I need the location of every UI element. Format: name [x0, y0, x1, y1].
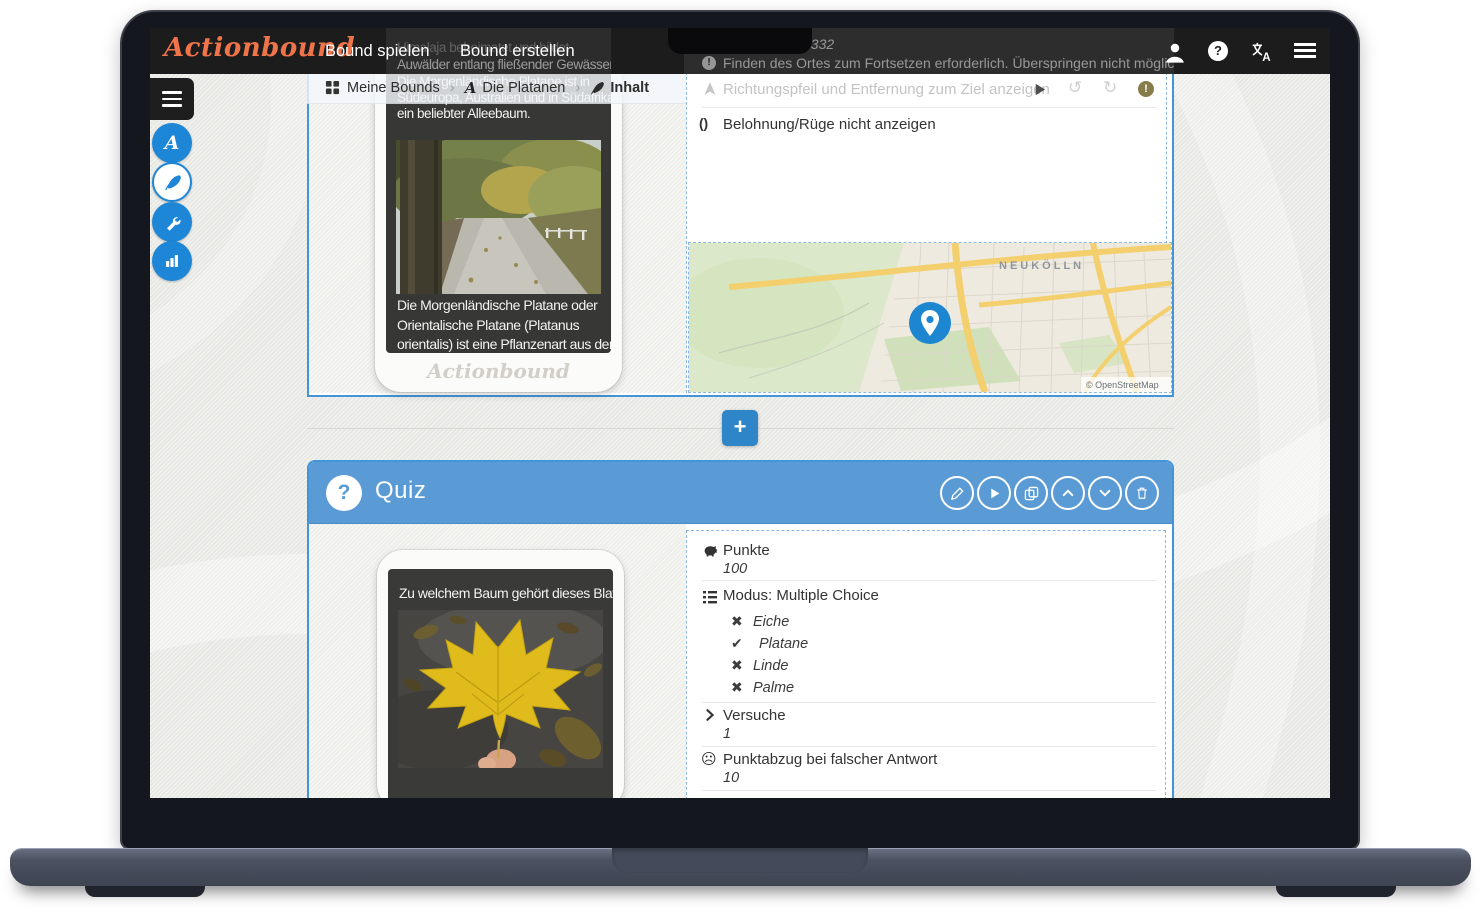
phone-preview-quiz: Zu welchem Baum gehört dieses Blatt? [377, 550, 624, 798]
edit-button[interactable] [940, 476, 974, 510]
play-icon [988, 487, 1001, 500]
pencil-icon [950, 486, 965, 501]
warning-icon[interactable]: ! [1138, 81, 1154, 97]
camera-notch [668, 28, 812, 54]
undo-icon[interactable]: ↺ [1068, 78, 1082, 98]
breadcrumb: Meine Bounds › A Die Platanen › Inhalt [307, 72, 686, 104]
laptop-foot [1276, 886, 1396, 897]
option-direction-label: Richtungspfeil und Entfernung zum Ziel a… [723, 81, 1050, 98]
phone-text-line: orientalis) ist eine Pflanzenart aus der [397, 336, 611, 352]
trash-icon [1135, 486, 1149, 500]
breadcrumb-item-bound[interactable]: Die Platanen [482, 80, 565, 96]
piggy-bank-icon [702, 543, 719, 560]
chevron-separator-icon: › [450, 79, 455, 96]
help-icon[interactable]: ? [1208, 41, 1228, 61]
copy-icon [1024, 486, 1039, 501]
answer-option: Platane [759, 636, 808, 652]
penalty-label: Punktabzug bei falscher Antwort [723, 751, 937, 768]
user-icon[interactable] [1164, 42, 1186, 64]
penalty-value: 10 [723, 770, 739, 786]
answer-option: Palme [753, 680, 794, 696]
option-row-direction[interactable]: Richtungspfeil und Entfernung zum Ziel a… [686, 72, 1172, 107]
play-icon[interactable] [1032, 82, 1047, 97]
frown-icon: ☹ [701, 750, 717, 768]
stage-settings-panel: Richtungspfeil und Entfernung zum Ziel a… [686, 72, 1172, 393]
quiz-row-mode[interactable]: Modus: Multiple Choice ✖ Eiche ✔ Platane… [686, 581, 1166, 702]
wrong-mark-icon: ✖ [731, 658, 743, 674]
app-screen: Richtungspfeil und Entfernung zum Ziel a… [150, 28, 1330, 798]
leaf-photo [398, 610, 603, 768]
sidebar-settings-button[interactable] [152, 202, 192, 242]
mode-label: Modus: Multiple Choice [723, 587, 879, 604]
redo-icon[interactable]: ↻ [1103, 78, 1117, 98]
quiz-element-card: ? Quiz Zu welchem Baum gehört dieses Bla… [307, 460, 1174, 798]
quiz-settings-panel: Punkte 100 Modus: Multiple Choice ✖ Eich… [686, 524, 1172, 798]
points-label: Punkte [723, 542, 770, 559]
sidebar-content-button[interactable] [152, 162, 192, 202]
answer-option: Eiche [753, 614, 789, 630]
chevron-up-icon [1061, 486, 1075, 500]
wrong-mark-icon: ✖ [731, 614, 743, 630]
phone-screen: Zu welchem Baum gehört dieses Blatt? [388, 569, 613, 798]
quiz-header: ? Quiz [309, 462, 1172, 524]
bound-a-icon: A [465, 79, 477, 97]
map-attribution: © OpenStreetMap [1086, 380, 1159, 390]
feather-icon [164, 174, 181, 191]
bound-a-icon: A [165, 132, 180, 154]
option-reward-label: Belohnung/Rüge nicht anzeigen [723, 116, 936, 133]
quiz-title: Quiz [375, 477, 426, 505]
duplicate-button[interactable] [1014, 476, 1048, 510]
option-row-reward[interactable]: ( ) Belohnung/Rüge nicht anzeigen [686, 108, 1172, 140]
tree-path-photo [396, 140, 601, 294]
breadcrumb-item-bounds[interactable]: Meine Bounds [347, 80, 440, 96]
divider [702, 790, 1156, 791]
wrong-mark-icon: ✖ [731, 680, 743, 696]
quiz-question-text: Zu welchem Baum gehört dieses Blatt? [399, 585, 613, 601]
chevron-down-icon [1098, 486, 1112, 500]
add-element-button[interactable]: + [722, 410, 758, 446]
map-district-label: NEUKÖLLN [999, 259, 1084, 272]
sidebar-stats-button[interactable] [152, 241, 192, 281]
quiz-row-points[interactable]: Punkte 100 [686, 538, 1166, 580]
nav-bound-erstellen[interactable]: Bound erstellen [460, 28, 575, 74]
bar-chart-icon [164, 253, 180, 269]
translate-icon[interactable]: A [1250, 41, 1272, 63]
phone-text-line: ein beliebter Alleebaum. [397, 106, 530, 121]
breadcrumb-item-content[interactable]: Inhalt [610, 80, 649, 96]
feather-icon [590, 81, 604, 95]
chevron-right-icon [703, 708, 717, 722]
phone-text-line: Orientalische Platane (Platanus [397, 317, 579, 333]
laptop-foot [85, 886, 205, 897]
location-arrow-icon [702, 81, 718, 97]
svg-text:A: A [1262, 51, 1271, 63]
preview-button[interactable] [977, 476, 1011, 510]
quiz-row-penalty[interactable]: ☹ Punktabzug bei falscher Antwort 10 [686, 747, 1166, 790]
grid-icon [325, 80, 340, 95]
quiz-type-icon: ? [326, 475, 362, 511]
laptop-base-notch [612, 848, 868, 873]
parentheses-icon: ( ) [699, 115, 706, 131]
sidebar-toggle-button[interactable] [150, 78, 194, 120]
tries-value: 1 [723, 726, 731, 742]
tries-label: Versuche [723, 707, 786, 724]
quiz-row-tries[interactable]: Versuche 1 [686, 703, 1166, 746]
actionbound-watermark: Actionbound [375, 359, 622, 383]
answer-option: Linde [753, 658, 788, 674]
sidebar-bound-button[interactable]: A [152, 123, 192, 163]
phone-text-line: Die Morgenländische Platane oder [397, 297, 597, 313]
correct-mark-icon: ✔ [731, 636, 743, 652]
points-value: 100 [723, 561, 747, 577]
wrench-icon [164, 214, 181, 231]
map-image: NEUKÖLLN © OpenStreetMap [689, 243, 1171, 392]
map-pin [909, 302, 951, 344]
map-block[interactable]: NEUKÖLLN © OpenStreetMap [688, 242, 1172, 393]
move-up-button[interactable] [1051, 476, 1085, 510]
list-icon [702, 589, 718, 605]
delete-button[interactable] [1125, 476, 1159, 510]
nav-bound-spielen[interactable]: Bound spielen [325, 28, 430, 74]
menu-icon[interactable] [1294, 43, 1316, 59]
move-down-button[interactable] [1088, 476, 1122, 510]
chevron-separator-icon: › [575, 79, 580, 96]
